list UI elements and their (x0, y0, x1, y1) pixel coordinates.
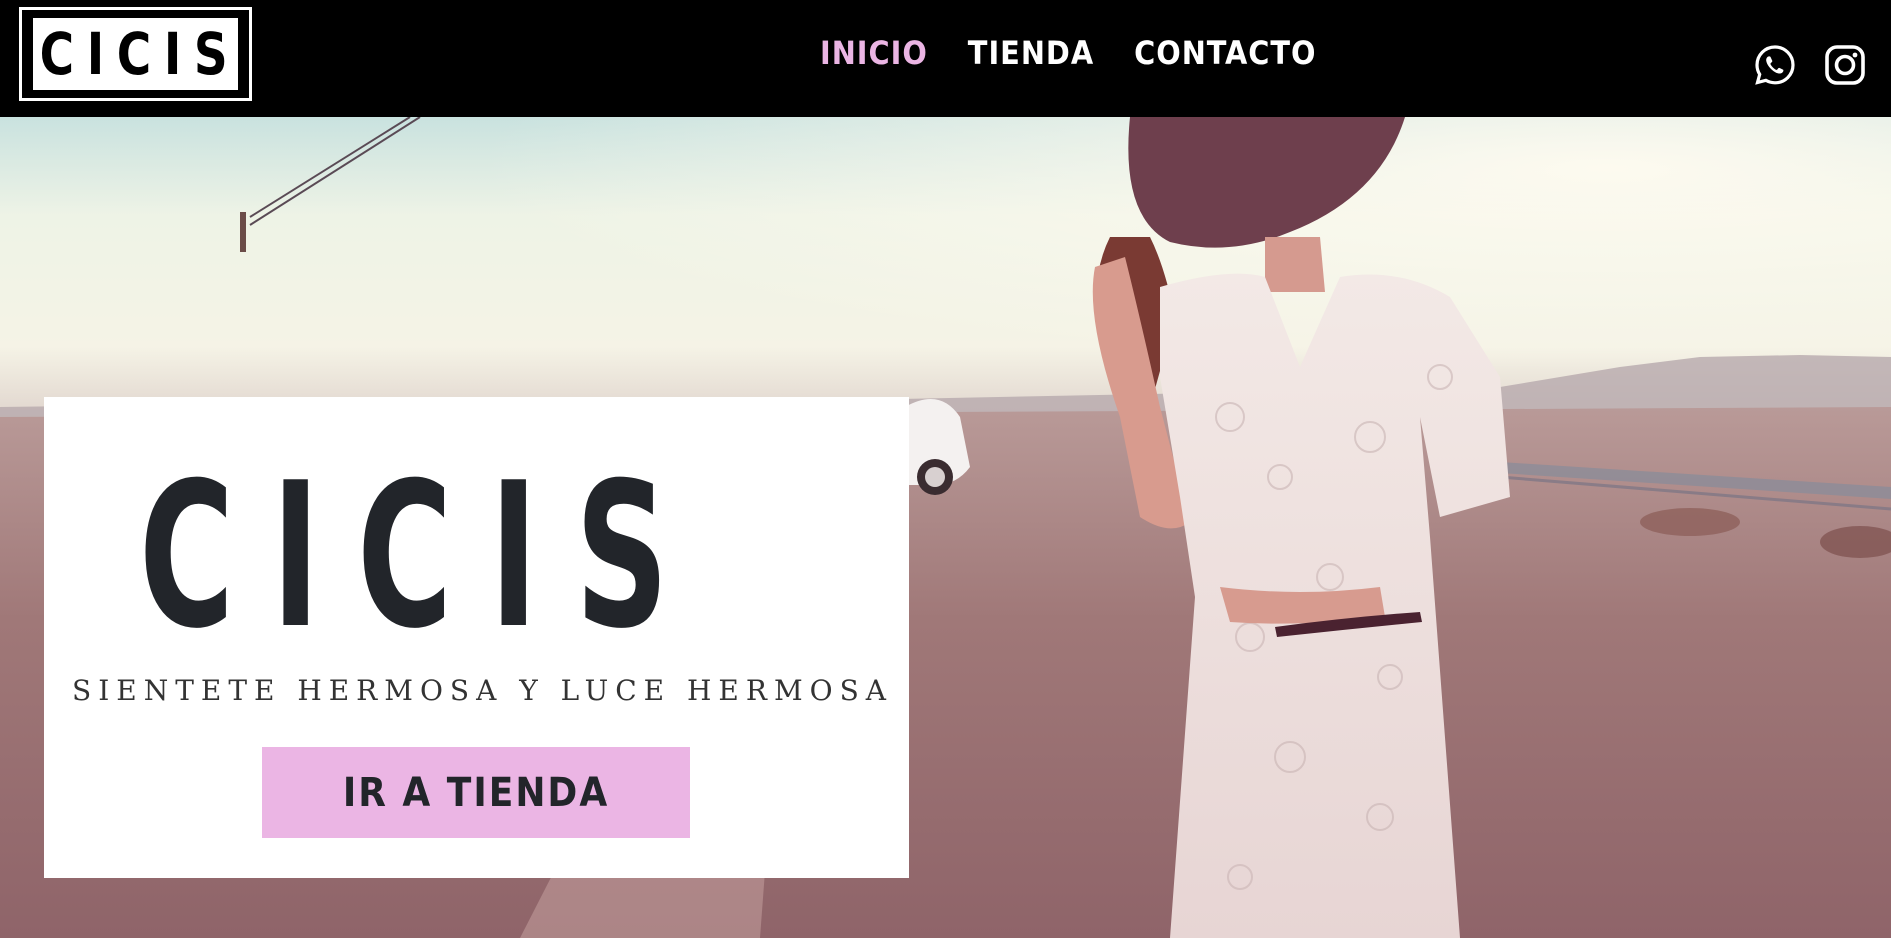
main-nav: INICIO TIENDA CONTACTO (820, 34, 1316, 72)
go-to-shop-button[interactable]: IR A TIENDA (262, 747, 690, 838)
hero-section: CICIS SIENTETE HERMOSA Y LUCE HERMOSA IR… (0, 117, 1891, 938)
hero-subtitle: SIENTETE HERMOSA Y LUCE HERMOSA (72, 674, 893, 707)
nav-item-inicio[interactable]: INICIO (820, 34, 928, 72)
logo-inner: CICIS (33, 18, 238, 90)
hero-title: CICIS (139, 440, 707, 673)
instagram-icon[interactable] (1824, 44, 1866, 86)
logo[interactable]: CICIS (19, 7, 252, 101)
site-header: CICIS INICIO TIENDA CONTACTO (0, 0, 1891, 117)
whatsapp-icon[interactable] (1754, 44, 1796, 86)
logo-text: CICIS (39, 20, 241, 88)
nav-item-contacto[interactable]: CONTACTO (1134, 34, 1316, 72)
hero-card: CICIS SIENTETE HERMOSA Y LUCE HERMOSA IR… (44, 397, 909, 878)
nav-item-tienda[interactable]: TIENDA (968, 34, 1094, 72)
